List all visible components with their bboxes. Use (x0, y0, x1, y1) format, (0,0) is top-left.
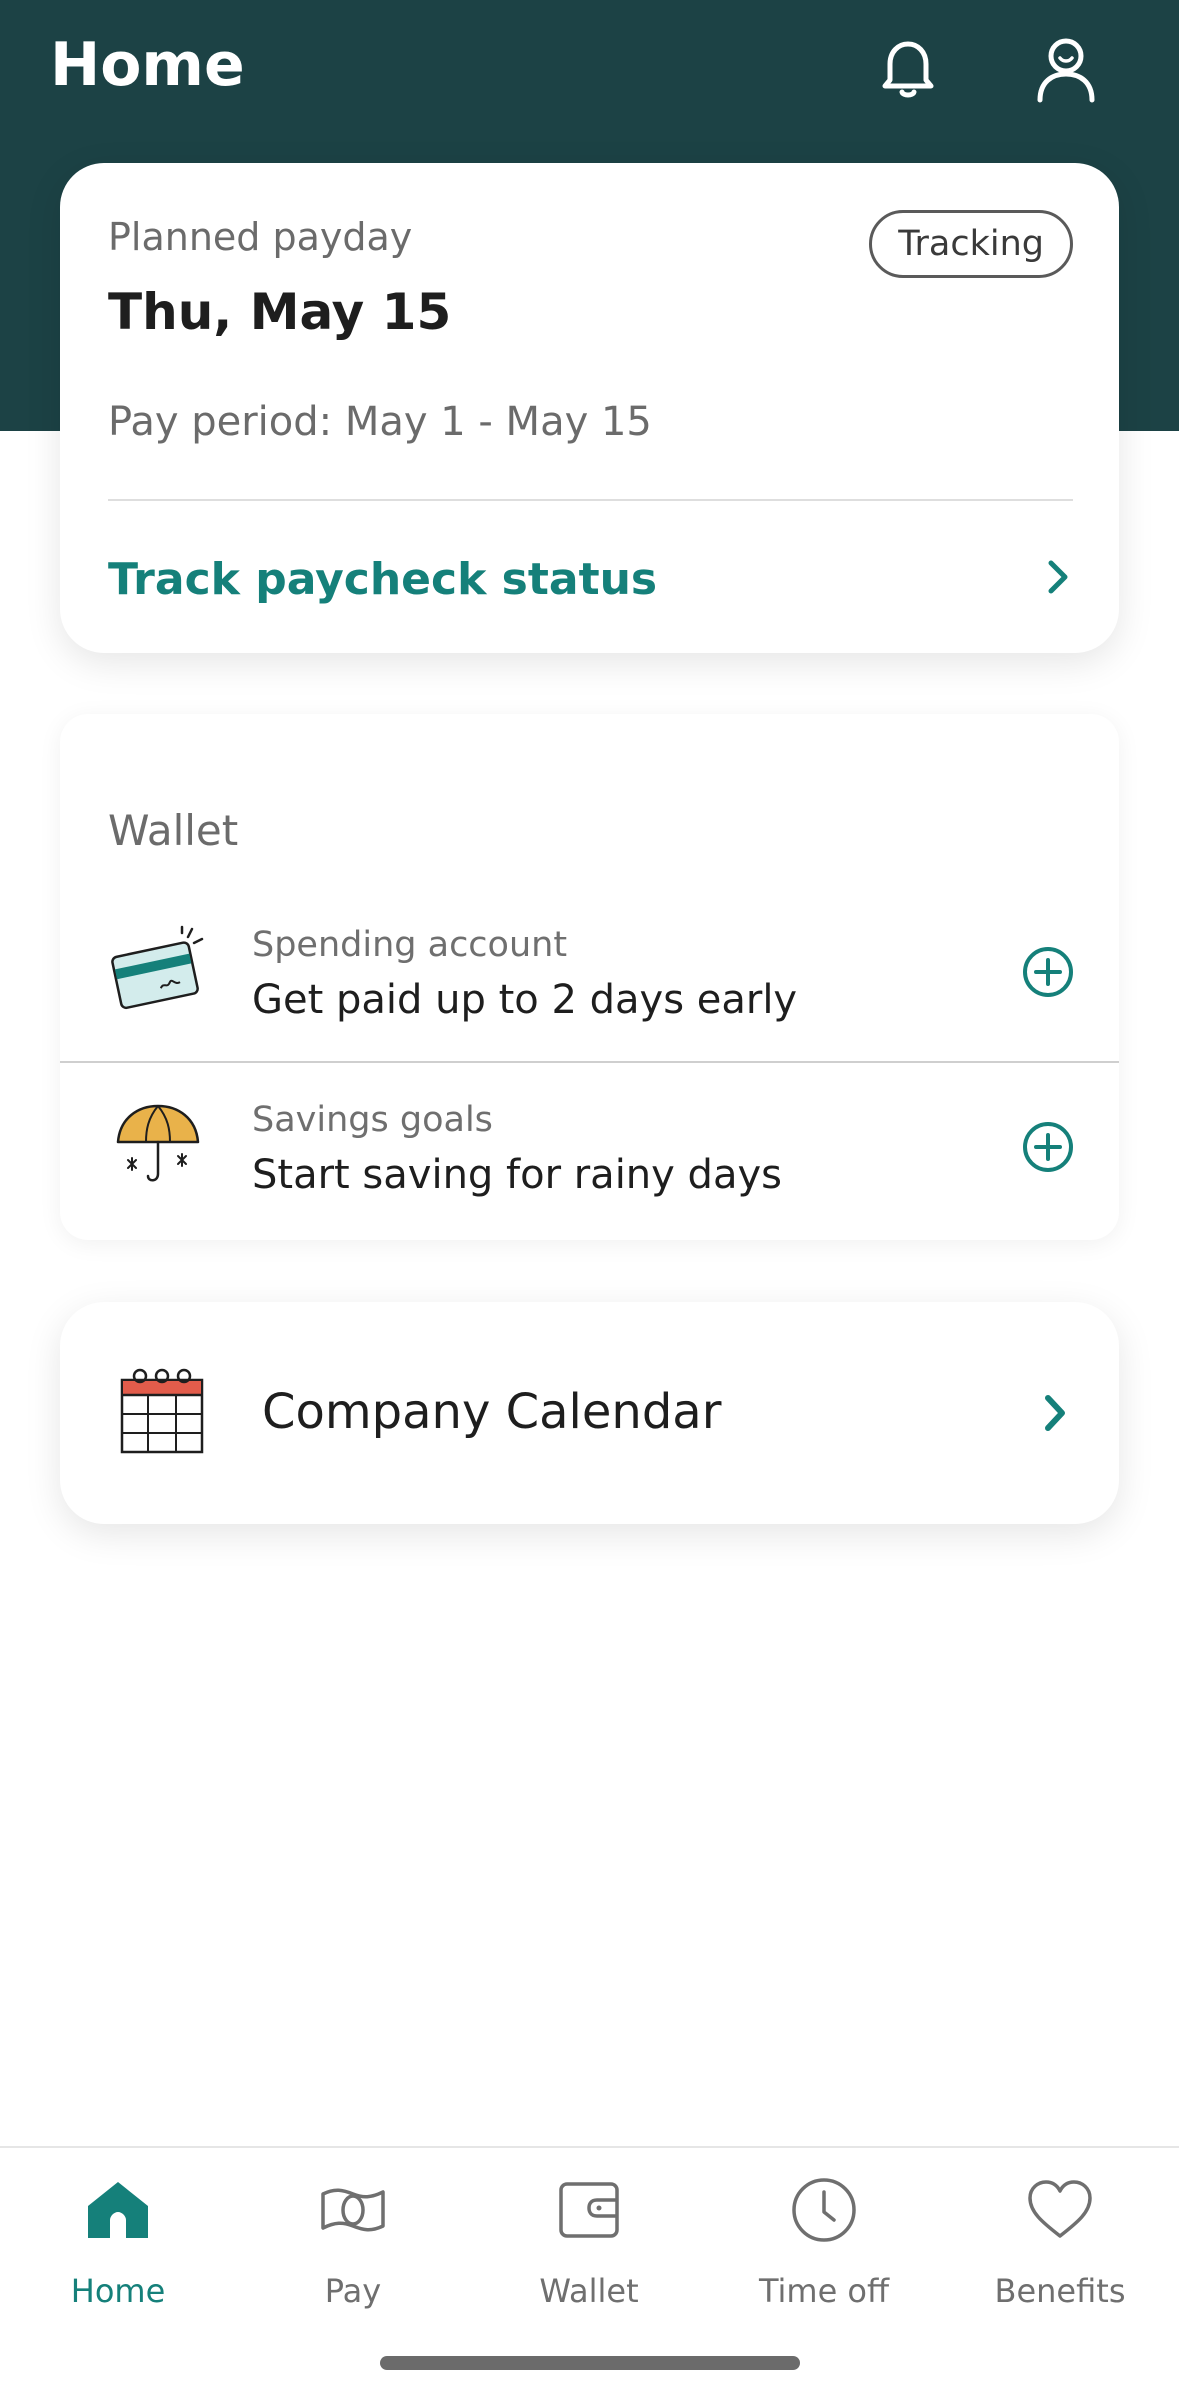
bell-icon[interactable] (868, 28, 948, 108)
wallet-icon (555, 2176, 623, 2244)
page-title: Home (50, 30, 245, 100)
wallet-item-subtitle: Spending account (252, 925, 568, 965)
tab-wallet[interactable]: Wallet (489, 2166, 689, 2316)
heart-icon (1026, 2176, 1094, 2244)
company-calendar-card[interactable]: Company Calendar (60, 1302, 1119, 1524)
credit-card-icon (108, 919, 208, 1019)
divider (60, 1061, 1119, 1063)
wallet-card: Wallet Spending account Get paid up to 2… (60, 714, 1119, 1240)
payday-label: Planned payday (108, 215, 413, 259)
payday-date: Thu, May 15 (108, 283, 452, 341)
tab-label: Home (70, 2272, 166, 2310)
tab-label: Time off (758, 2272, 890, 2310)
chevron-right-icon (1043, 555, 1073, 603)
wallet-section-title: Wallet (108, 806, 239, 855)
chevron-right-icon (1035, 1388, 1075, 1438)
profile-icon[interactable] (1026, 28, 1106, 108)
add-savings-goal-button[interactable] (1021, 1120, 1075, 1174)
divider (108, 499, 1073, 501)
tab-home[interactable]: Home (18, 2166, 218, 2316)
home-icon (84, 2176, 152, 2244)
home-indicator[interactable] (380, 2356, 800, 2370)
payday-card: Planned payday Thu, May 15 Tracking Pay … (60, 163, 1119, 653)
track-paycheck-label: Track paycheck status (108, 553, 658, 605)
tab-label: Pay (324, 2272, 382, 2310)
tab-benefits[interactable]: Benefits (960, 2166, 1160, 2316)
umbrella-icon (108, 1094, 208, 1194)
tab-pay[interactable]: Pay (253, 2166, 453, 2316)
clock-icon (790, 2176, 858, 2244)
wallet-item-savings-goals[interactable]: Savings goals Start saving for rainy day… (60, 1064, 1119, 1234)
company-calendar-label: Company Calendar (262, 1384, 722, 1440)
wallet-item-title: Get paid up to 2 days early (252, 977, 798, 1023)
track-paycheck-link[interactable]: Track paycheck status (108, 539, 1073, 619)
wallet-item-subtitle: Savings goals (252, 1100, 493, 1140)
tab-time-off[interactable]: Time off (724, 2166, 924, 2316)
wallet-item-title: Start saving for rainy days (252, 1152, 782, 1198)
calendar-icon (114, 1364, 210, 1460)
wallet-item-spending-account[interactable]: Spending account Get paid up to 2 days e… (60, 889, 1119, 1059)
tab-label: Wallet (539, 2272, 639, 2310)
status-badge: Tracking (869, 210, 1073, 278)
money-icon (319, 2176, 387, 2244)
status-badge-label: Tracking (898, 224, 1044, 264)
tab-label: Benefits (994, 2272, 1126, 2310)
add-spending-account-button[interactable] (1021, 945, 1075, 999)
pay-period: Pay period: May 1 - May 15 (108, 399, 652, 445)
